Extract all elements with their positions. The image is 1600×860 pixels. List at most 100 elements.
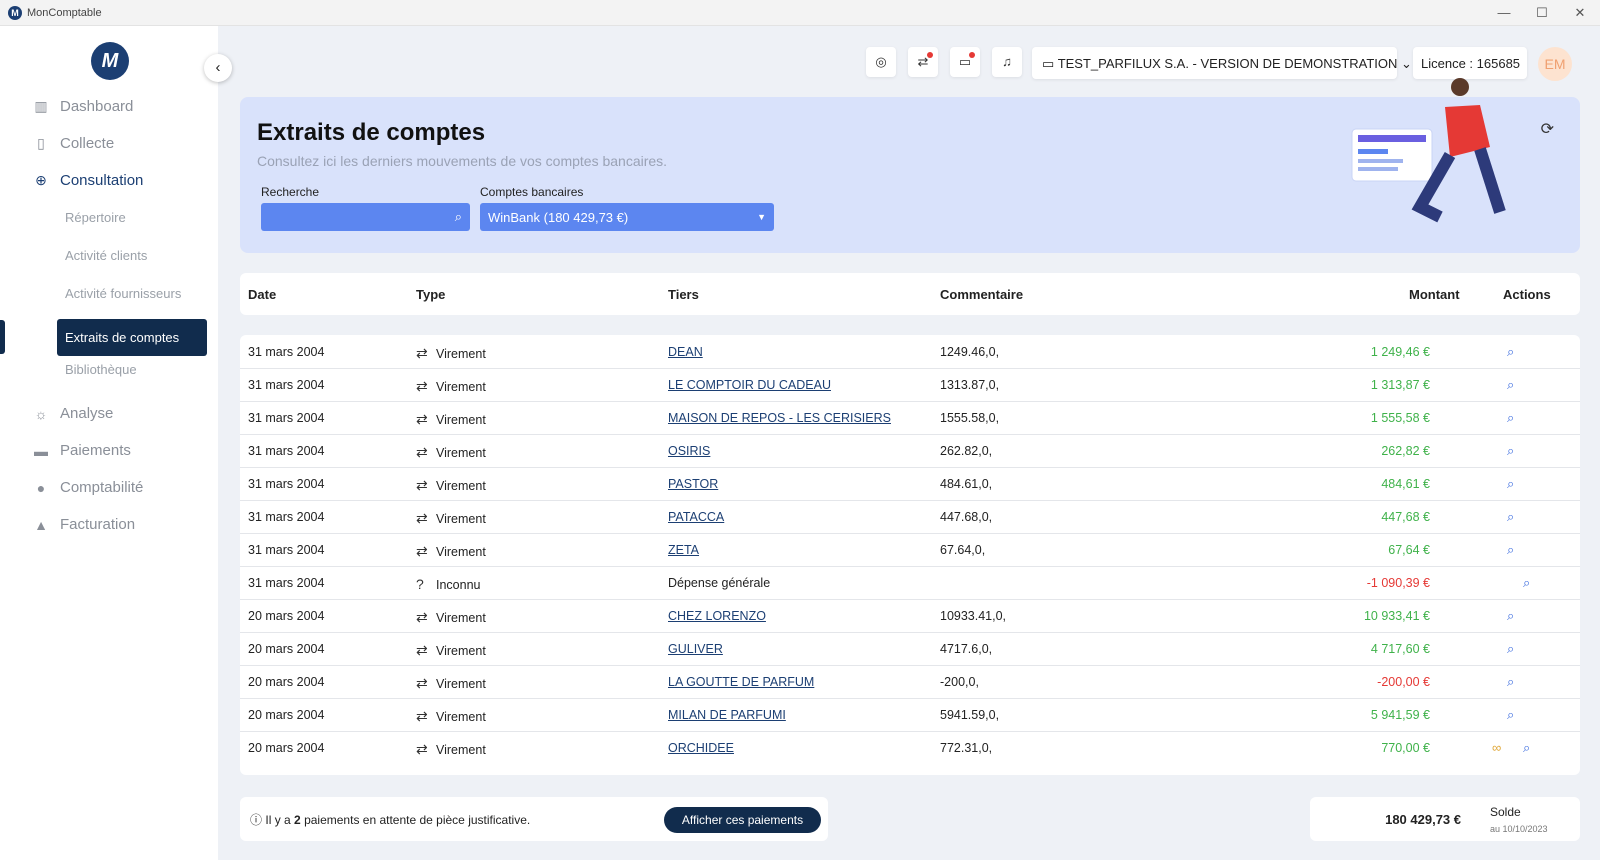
table-row[interactable]: 31 mars 2004 ⇄ Virement DEAN 1249.46,0, 1 249… [240, 335, 1580, 369]
table-row[interactable]: 31 mars 2004 ⇄ Virement PASTOR 484.61,0, 484,… [240, 467, 1580, 501]
view-details-search-icon[interactable]: ⌕ [1507, 674, 1514, 690]
cell-tiers[interactable]: DEAN [668, 345, 703, 359]
nav-consultation[interactable]: ⊕ Consultation [32, 172, 143, 189]
minimize-button[interactable]: — [1484, 3, 1524, 23]
subnav-repertoire[interactable]: Répertoire [65, 210, 126, 225]
table-row[interactable]: 20 mars 2004 ⇄ Virement MILAN DE PARFUMI 594… [240, 698, 1580, 732]
table-row[interactable]: 31 mars 2004 ⇄ Virement PATACCA 447.68,0, 447… [240, 500, 1580, 534]
user-icon: ● [36, 479, 46, 496]
table-row[interactable]: 31 mars 2004 ⇄ Virement MAISON DE REPOS - L… [240, 401, 1580, 435]
table-row[interactable]: 31 mars 2004 ⇄ Virement OSIRIS 262.82,0, 262,… [240, 434, 1580, 468]
window-title: MonComptable [27, 7, 102, 19]
transfer-icon: ⇄ [416, 444, 428, 460]
view-details-search-icon[interactable]: ⌕ [1523, 575, 1530, 591]
table-row[interactable]: 31 mars 2004? Inconnu Dépense générale -1 0… [240, 566, 1580, 600]
col-comment[interactable]: Commentaire [940, 287, 1023, 302]
nav-label: Analyse [60, 405, 114, 422]
balance-date: au 10/10/2023 [1490, 824, 1548, 834]
pending-payments-bar: ⓘ Il y a 2 paiements en attente de pièce… [240, 797, 828, 841]
nav-analyse[interactable]: ☼ Analyse [32, 405, 114, 422]
table-row[interactable]: 20 mars 2004 ⇄ Virement GULIVER 4717.6,0, 4 7… [240, 632, 1580, 666]
cell-tiers[interactable]: MAISON DE REPOS - LES CERISIERS [668, 411, 891, 425]
col-tiers[interactable]: Tiers [668, 287, 699, 302]
cell-tiers[interactable]: GULIVER [668, 642, 723, 656]
caret-down-icon: ▼ [757, 212, 766, 222]
cell-tiers[interactable]: PASTOR [668, 477, 718, 491]
view-details-search-icon[interactable]: ⌕ [1507, 707, 1514, 723]
view-details-search-icon[interactable]: ⌕ [1507, 542, 1514, 558]
nav-comptabilite[interactable]: ● Comptabilité [32, 479, 144, 496]
link-icon[interactable]: ∞ [1492, 740, 1501, 755]
cell-tiers: Dépense générale [668, 576, 771, 590]
chevron-left-icon: ‹ [215, 59, 221, 76]
cell-comment: 10933.41,0, [940, 609, 1007, 623]
cell-tiers[interactable]: OSIRIS [668, 444, 710, 458]
col-date[interactable]: Date [248, 287, 276, 302]
subnav-activite-clients[interactable]: Activité clients [65, 248, 147, 263]
cell-date: 31 mars 2004 [248, 345, 325, 359]
view-details-search-icon[interactable]: ⌕ [1507, 608, 1514, 624]
company-selector[interactable]: ▭ TEST_PARFILUX S.A. - VERSION DE DEMONS… [1032, 47, 1412, 79]
table-row[interactable]: 31 mars 2004 ⇄ Virement LE COMPTOIR DU CADE… [240, 368, 1580, 402]
view-details-search-icon[interactable]: ⌕ [1507, 410, 1514, 426]
view-details-search-icon[interactable]: ⌕ [1523, 740, 1530, 756]
bank-account-select[interactable]: WinBank (180 429,73 €) ▼ [480, 203, 774, 231]
messages-button[interactable]: ▭ [950, 47, 980, 77]
page-title: Extraits de comptes [257, 119, 486, 146]
subnav-bibliotheque[interactable]: Bibliothèque [65, 362, 137, 377]
cell-type: ⇄ Virement [416, 609, 486, 626]
notifications-button[interactable]: ♫ [992, 47, 1022, 77]
table-header: Date Type Tiers Commentaire Montant Acti… [240, 273, 1580, 315]
col-amount[interactable]: Montant [1409, 287, 1460, 302]
view-details-search-icon[interactable]: ⌕ [1507, 443, 1514, 459]
view-details-search-icon[interactable]: ⌕ [1507, 476, 1514, 492]
cell-date: 31 mars 2004 [248, 378, 325, 392]
notification-dot [927, 52, 933, 58]
cell-comment: 4717.6,0, [940, 642, 993, 656]
cell-tiers[interactable]: ZETA [668, 543, 699, 557]
subnav-extraits-de-comptes[interactable]: Extraits de comptes [57, 319, 207, 356]
cell-comment: 67.64,0, [940, 543, 986, 557]
transfer-icon: ⇄ [416, 708, 428, 724]
collapse-sidebar-button[interactable]: ‹ [204, 54, 232, 82]
table-row[interactable]: 20 mars 2004 ⇄ Virement CHEZ LORENZO 10933.4… [240, 599, 1580, 633]
table-row[interactable]: 20 mars 2004 ⇄ Virement LA GOUTTE DE PARFUM… [240, 665, 1580, 699]
brand-logo[interactable]: M [91, 42, 129, 80]
transfer-icon: ⇄ [416, 477, 428, 493]
cell-tiers[interactable]: LA GOUTTE DE PARFUM [668, 675, 814, 689]
table-row[interactable]: 31 mars 2004 ⇄ Virement ZETA 67.64,0, 67,64 €… [240, 533, 1580, 567]
cell-comment: 1249.46,0, [940, 345, 1000, 359]
view-details-search-icon[interactable]: ⌕ [1507, 641, 1514, 657]
transfer-icon: ⇄ [416, 411, 428, 427]
subnav-activite-fournisseurs[interactable]: Activité fournisseurs [65, 286, 181, 301]
col-actions: Actions [1503, 287, 1551, 302]
sync-button[interactable]: ⇄ [908, 47, 938, 77]
close-button[interactable]: ✕ [1560, 3, 1600, 23]
cell-date: 20 mars 2004 [248, 741, 325, 755]
cell-tiers[interactable]: ORCHIDEE [668, 741, 734, 755]
view-details-search-icon[interactable]: ⌕ [1507, 344, 1514, 360]
cell-tiers[interactable]: CHEZ LORENZO [668, 609, 766, 623]
nav-collecte[interactable]: ▯ Collecte [32, 135, 114, 152]
avatar[interactable]: EM [1538, 47, 1572, 81]
cell-type: ⇄ Virement [416, 642, 486, 659]
target-button[interactable]: ◎ [866, 47, 896, 77]
illustration [1351, 78, 1506, 223]
nav-facturation[interactable]: ▲ Facturation [32, 516, 135, 533]
cell-tiers[interactable]: PATACCA [668, 510, 724, 524]
cell-date: 31 mars 2004 [248, 543, 325, 557]
nav-dashboard[interactable]: ▥ Dashboard [32, 98, 133, 115]
view-details-search-icon[interactable]: ⌕ [1507, 509, 1514, 525]
col-type[interactable]: Type [416, 287, 445, 302]
show-payments-button[interactable]: Afficher ces paiements [664, 807, 821, 833]
view-details-search-icon[interactable]: ⌕ [1507, 377, 1514, 393]
refresh-icon[interactable]: ⟳ [1541, 119, 1554, 139]
transfer-icon: ⇄ [416, 510, 428, 526]
cell-tiers[interactable]: LE COMPTOIR DU CADEAU [668, 378, 831, 392]
table-row[interactable]: 20 mars 2004 ⇄ Virement ORCHIDEE 772.31,0, 77… [240, 731, 1580, 765]
nav-paiements[interactable]: ▬ Paiements [32, 442, 131, 459]
cell-tiers[interactable]: MILAN DE PARFUMI [668, 708, 786, 722]
maximize-button[interactable]: ☐ [1522, 3, 1562, 23]
folder-icon: ▭ [1042, 56, 1055, 71]
search-input[interactable]: ⌕ [261, 203, 470, 231]
